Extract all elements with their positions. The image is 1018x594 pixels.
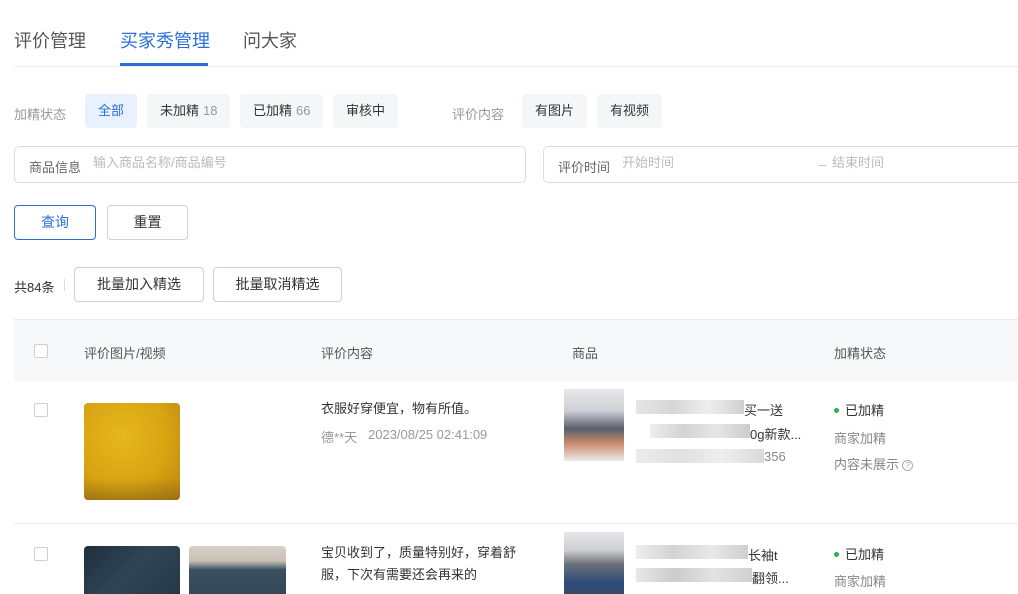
select-all-checkbox[interactable] — [34, 344, 48, 358]
end-time-input[interactable] — [832, 155, 1012, 170]
product-image[interactable] — [564, 532, 624, 594]
count-badge: 18 — [203, 103, 218, 118]
product-id-blur — [636, 449, 764, 463]
active-tab-indicator — [120, 63, 208, 66]
table-row: 衣服好穿便宜，物有所值。 德**天 2023/08/25 02:41:09 买一… — [14, 381, 1018, 524]
product-name-blur — [650, 424, 750, 438]
tab-ask-everyone[interactable]: 问大家 — [243, 27, 297, 53]
row-checkbox[interactable] — [34, 547, 48, 561]
column-header-content: 评价内容 — [321, 346, 374, 361]
featured-status: 已加精 — [834, 544, 884, 563]
review-content: 宝贝收到了，质量特别好，穿着舒服，下次有需要还会再来的 — [321, 545, 517, 582]
chip-featured[interactable]: 已加精 66 — [240, 94, 324, 128]
product-id: 356 — [764, 449, 786, 464]
table-row: 宝贝收到了，质量特别好，穿着舒服，下次有需要还会再来的 长袖t 翻领... 已加… — [14, 524, 1018, 594]
product-name-line1: 买一送 — [744, 403, 784, 418]
product-name-blur — [636, 568, 752, 582]
review-time-label: 评价时间 — [558, 160, 611, 175]
product-search-input[interactable] — [93, 155, 513, 170]
featured-status: 已加精 — [834, 400, 884, 419]
query-button[interactable]: 查询 — [14, 205, 96, 240]
column-header-media: 评价图片/视频 — [84, 346, 166, 361]
reset-button[interactable]: 重置 — [107, 205, 188, 240]
status-dot-icon — [834, 552, 839, 558]
status-dot-icon — [834, 408, 839, 414]
reviewer-name: 德**天 — [321, 430, 358, 445]
featured-source: 商家加精 — [834, 574, 887, 589]
row-checkbox[interactable] — [34, 403, 48, 417]
tab-review-management[interactable]: 评价管理 — [14, 27, 86, 53]
divider — [64, 279, 65, 291]
featured-source: 商家加精 — [834, 431, 887, 446]
product-info-label: 商品信息 — [29, 160, 82, 175]
product-image[interactable] — [564, 389, 624, 461]
display-status: 内容未展示? — [834, 454, 914, 473]
review-time-field: 评价时间 – — [543, 146, 1018, 183]
column-header-product: 商品 — [572, 346, 599, 361]
count-badge: 66 — [296, 103, 311, 118]
product-info-field: 商品信息 — [14, 146, 526, 183]
total-count: 共84条 — [14, 280, 55, 295]
status-filter-label: 加精状态 — [14, 107, 67, 122]
chip-has-video[interactable]: 有视频 — [597, 94, 663, 128]
product-name-line2: 翻领... — [752, 571, 789, 586]
review-time: 2023/08/25 02:41:09 — [368, 427, 488, 442]
batch-cancel-featured-button[interactable]: 批量取消精选 — [213, 267, 342, 302]
chip-all[interactable]: 全部 — [85, 94, 138, 128]
chip-under-review[interactable]: 审核中 — [333, 94, 399, 128]
product-name-blur — [636, 545, 748, 559]
chip-not-featured[interactable]: 未加精 18 — [147, 94, 231, 128]
review-content: 衣服好穿便宜，物有所值。 — [321, 401, 478, 416]
product-name-line1: 长袖t — [748, 548, 778, 563]
table-header: 评价图片/视频 评价内容 商品 加精状态 — [14, 319, 1018, 381]
product-name-line2: 0g新款... — [750, 427, 802, 442]
review-image[interactable] — [189, 546, 286, 594]
tab-bar: 评价管理 买家秀管理 问大家 — [14, 0, 1018, 67]
batch-add-featured-button[interactable]: 批量加入精选 — [74, 267, 204, 302]
range-separator: – — [819, 157, 827, 172]
review-image[interactable] — [84, 403, 180, 500]
column-header-status: 加精状态 — [834, 346, 887, 361]
content-filter-label: 评价内容 — [452, 107, 505, 122]
start-time-input[interactable] — [622, 155, 802, 170]
question-icon[interactable]: ? — [902, 460, 914, 472]
tab-buyer-show-management[interactable]: 买家秀管理 — [120, 27, 210, 53]
product-name-blur — [636, 400, 744, 414]
chip-has-image[interactable]: 有图片 — [522, 94, 588, 128]
review-image[interactable] — [84, 546, 180, 594]
